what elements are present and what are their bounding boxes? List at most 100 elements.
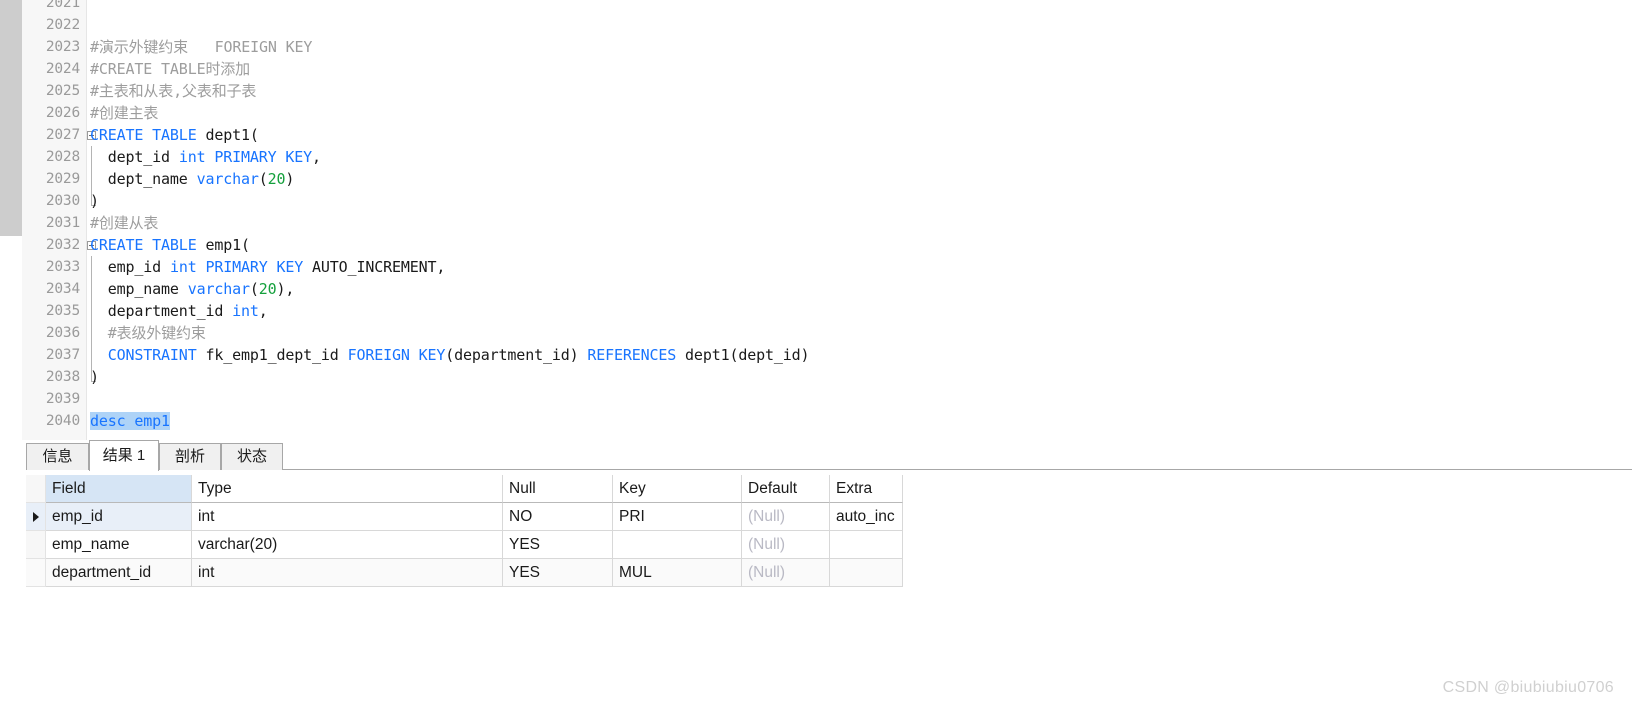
grid-cell[interactable]: emp_name bbox=[46, 531, 192, 559]
code-line-text[interactable]: #主表和从表,父表和子表 bbox=[90, 80, 256, 102]
code-token: ) bbox=[90, 368, 99, 386]
line-number: 2036 bbox=[45, 325, 80, 341]
grid-column-header-extra[interactable]: Extra bbox=[830, 475, 903, 503]
code-line[interactable]: 2024 #CREATE TABLE时添加 bbox=[0, 58, 1632, 80]
grid-cell[interactable]: (Null) bbox=[742, 531, 830, 559]
code-line[interactable]: 2039 bbox=[0, 388, 1632, 410]
code-line-text[interactable]: #CREATE TABLE时添加 bbox=[90, 58, 250, 80]
grid-cell[interactable]: auto_inc bbox=[830, 503, 903, 531]
grid-column-header-key[interactable]: Key bbox=[613, 475, 742, 503]
grid-column-header-null[interactable]: Null bbox=[503, 475, 613, 503]
grid-cell[interactable]: YES bbox=[503, 531, 613, 559]
code-line[interactable]: 2032 CREATE TABLE emp1( bbox=[0, 234, 1632, 256]
result-tab-2[interactable]: 剖析 bbox=[159, 443, 221, 470]
grid-cell[interactable] bbox=[830, 559, 903, 587]
line-number: 2033 bbox=[45, 259, 80, 275]
code-token: FOREIGN KEY bbox=[347, 346, 446, 364]
code-line[interactable]: 2036 #表级外键约束 bbox=[0, 322, 1632, 344]
code-token: #创建主表 bbox=[90, 104, 159, 122]
result-tab-3[interactable]: 状态 bbox=[221, 443, 283, 470]
code-line[interactable]: 2035 department_id int, bbox=[0, 300, 1632, 322]
grid-row[interactable]: department_id int YES MUL (Null) bbox=[26, 559, 903, 587]
code-token: emp1( bbox=[196, 236, 250, 254]
code-line-text[interactable]: #表级外键约束 bbox=[90, 322, 206, 344]
code-line[interactable]: 2038) bbox=[0, 366, 1632, 388]
code-line[interactable]: 2021 bbox=[0, 0, 1632, 14]
code-token: department_id bbox=[90, 302, 233, 320]
code-line-text[interactable]: #创建主表 bbox=[90, 102, 158, 124]
code-line-text[interactable]: CREATE TABLE emp1( bbox=[90, 234, 250, 256]
code-token: ) bbox=[285, 170, 295, 188]
grid-header-row: Field Type Null Key Default Extra bbox=[26, 475, 903, 503]
code-token: 20 bbox=[267, 170, 286, 188]
code-line[interactable]: 2030) bbox=[0, 190, 1632, 212]
grid-corner-cell[interactable] bbox=[26, 475, 46, 503]
code-line-text[interactable]: emp_name varchar(20), bbox=[90, 278, 295, 300]
grid-cell[interactable]: (Null) bbox=[742, 503, 830, 531]
grid-cell[interactable]: YES bbox=[503, 559, 613, 587]
code-line[interactable]: 2034 emp_name varchar(20), bbox=[0, 278, 1632, 300]
code-line-text[interactable]: desc emp1 bbox=[90, 410, 170, 432]
code-line[interactable]: 2029 dept_name varchar(20) bbox=[0, 168, 1632, 190]
code-token: ( bbox=[258, 170, 268, 188]
grid-cell[interactable] bbox=[613, 531, 742, 559]
code-line[interactable]: 2023 #演示外键约束 FOREIGN KEY bbox=[0, 36, 1632, 58]
code-line-text[interactable]: dept_id int PRIMARY KEY, bbox=[90, 146, 321, 168]
grid-row[interactable]: emp_name varchar(20) YES (Null) bbox=[26, 531, 903, 559]
code-line[interactable]: 2027 CREATE TABLE dept1( bbox=[0, 124, 1632, 146]
code-line-text[interactable]: CREATE TABLE dept1( bbox=[90, 124, 259, 146]
code-token: CONSTRAINT bbox=[107, 346, 197, 364]
result-tab-bar[interactable]: 信息 结果 1 剖析 状态 bbox=[26, 440, 1632, 471]
code-line[interactable]: 2033 emp_id int PRIMARY KEY AUTO_INCREME… bbox=[0, 256, 1632, 278]
code-token: fk_emp1_dept_id bbox=[196, 346, 348, 364]
grid-row[interactable]: emp_id int NO PRI (Null) auto_inc bbox=[26, 503, 903, 531]
grid-cell[interactable]: (Null) bbox=[742, 559, 830, 587]
code-token: dept_name bbox=[90, 170, 197, 188]
result-grid[interactable]: Field Type Null Key Default Extra emp_id int NO P… bbox=[26, 475, 903, 587]
code-line[interactable]: 2031 #创建从表 bbox=[0, 212, 1632, 234]
code-line-text[interactable]: department_id int, bbox=[90, 300, 268, 322]
grid-cell[interactable]: PRI bbox=[613, 503, 742, 531]
grid-row-selector[interactable] bbox=[26, 531, 46, 559]
line-number: 2032 bbox=[45, 237, 80, 253]
code-line[interactable]: 2022 bbox=[0, 14, 1632, 36]
current-row-arrow-icon bbox=[33, 512, 39, 522]
grid-cell[interactable]: NO bbox=[503, 503, 613, 531]
grid-cell[interactable]: int bbox=[192, 559, 503, 587]
code-line[interactable]: 2037 CONSTRAINT fk_emp1_dept_id FOREIGN … bbox=[0, 344, 1632, 366]
code-token: ), bbox=[276, 280, 295, 298]
code-token: dept_id bbox=[90, 148, 179, 166]
code-line[interactable]: 2040 desc emp1 bbox=[0, 410, 1632, 432]
sql-editor[interactable]: 2021 2022 2023 #演示外键约束 FOREIGN KEY 2024 #CREA… bbox=[0, 0, 1632, 440]
code-token: #CREATE TABLE时添加 bbox=[90, 60, 251, 78]
code-token: , bbox=[258, 302, 268, 320]
code-line-text[interactable]: #创建从表 bbox=[90, 212, 158, 234]
code-line-text[interactable]: ) bbox=[90, 190, 99, 212]
line-number: 2022 bbox=[45, 17, 80, 33]
code-token: emp_name bbox=[90, 280, 188, 298]
grid-cell[interactable]: emp_id bbox=[46, 503, 192, 531]
grid-row-selector[interactable] bbox=[26, 503, 46, 531]
grid-column-header-type[interactable]: Type bbox=[192, 475, 503, 503]
grid-column-header-field[interactable]: Field bbox=[46, 475, 192, 503]
code-token: #表级外键约束 bbox=[90, 324, 206, 342]
code-line[interactable]: 2025 #主表和从表,父表和子表 bbox=[0, 80, 1632, 102]
code-line[interactable]: 2028 dept_id int PRIMARY KEY, bbox=[0, 146, 1632, 168]
grid-cell[interactable]: department_id bbox=[46, 559, 192, 587]
grid-cell[interactable] bbox=[830, 531, 903, 559]
code-line-text[interactable]: dept_name varchar(20) bbox=[90, 168, 295, 190]
code-token: dept1(dept_id) bbox=[676, 346, 810, 364]
code-line-text[interactable]: CONSTRAINT fk_emp1_dept_id FOREIGN KEY(d… bbox=[90, 344, 810, 366]
result-tab-1[interactable]: 结果 1 bbox=[89, 440, 159, 471]
result-tab-0[interactable]: 信息 bbox=[26, 443, 89, 470]
code-line-text[interactable]: emp_id int PRIMARY KEY AUTO_INCREMENT, bbox=[90, 256, 446, 278]
grid-column-header-default[interactable]: Default bbox=[742, 475, 830, 503]
grid-row-selector[interactable] bbox=[26, 559, 46, 587]
code-line-text[interactable]: ) bbox=[90, 366, 99, 388]
code-line[interactable]: 2026 #创建主表 bbox=[0, 102, 1632, 124]
grid-cell[interactable]: varchar(20) bbox=[192, 531, 503, 559]
grid-cell[interactable]: int bbox=[192, 503, 503, 531]
line-number: 2027 bbox=[45, 127, 80, 143]
code-line-text[interactable]: #演示外键约束 FOREIGN KEY bbox=[90, 36, 312, 58]
grid-cell[interactable]: MUL bbox=[613, 559, 742, 587]
